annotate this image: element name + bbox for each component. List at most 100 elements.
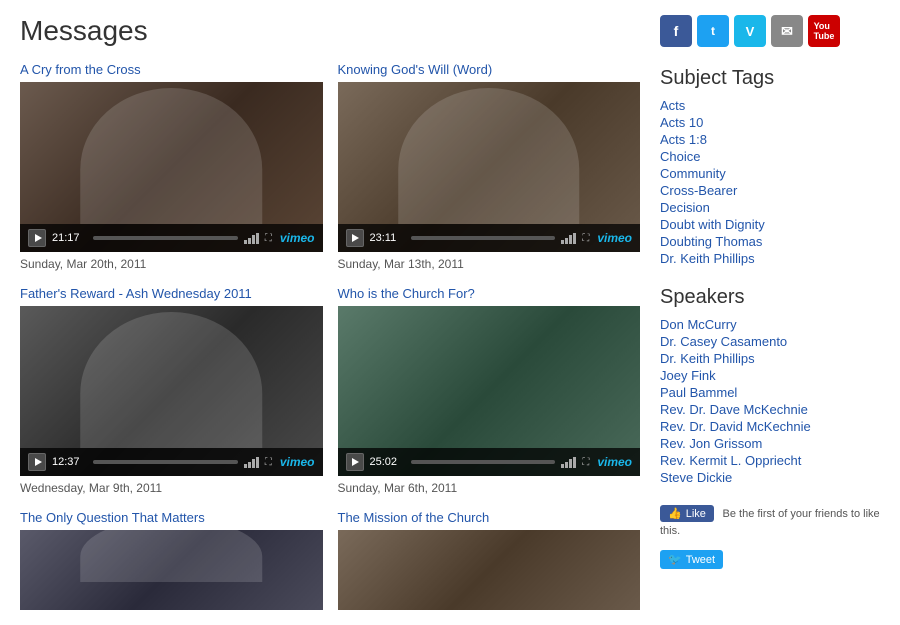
progress-bar-3[interactable] bbox=[411, 460, 556, 464]
vimeo-button[interactable]: V bbox=[734, 15, 766, 47]
volume-bar bbox=[256, 233, 259, 244]
list-item: Decision bbox=[660, 200, 880, 215]
video-item: Knowing God's Will (Word) 23:11 bbox=[338, 62, 641, 271]
fullscreen-icon-0[interactable]: ⛶ bbox=[265, 233, 272, 244]
volume-bar bbox=[569, 459, 572, 468]
speaker-link-9[interactable]: Steve Dickie bbox=[660, 470, 732, 485]
video-date-3: Sunday, Mar 6th, 2011 bbox=[338, 481, 641, 495]
speaker-link-0[interactable]: Don McCurry bbox=[660, 317, 737, 332]
video-thumbnail-1[interactable]: 23:11 ⛶ vimeo bbox=[338, 82, 641, 252]
video-thumbnail-4[interactable] bbox=[20, 530, 323, 610]
video-thumb-inner-5 bbox=[338, 530, 641, 610]
video-controls-1: 23:11 ⛶ vimeo bbox=[338, 224, 641, 252]
video-thumbnail-5[interactable] bbox=[338, 530, 641, 610]
video-controls-0: 21:17 ⛶ vimeo bbox=[20, 224, 323, 252]
tag-link-doubt[interactable]: Doubt with Dignity bbox=[660, 217, 765, 232]
speaker-link-5[interactable]: Rev. Dr. Dave McKechnie bbox=[660, 402, 808, 417]
video-date-1: Sunday, Mar 13th, 2011 bbox=[338, 257, 641, 271]
video-title-link-5[interactable]: The Mission of the Church bbox=[338, 510, 641, 525]
volume-bar bbox=[561, 464, 564, 468]
fullscreen-icon-3[interactable]: ⛶ bbox=[582, 457, 589, 468]
video-thumbnail-0[interactable]: 21:17 ⛶ vimeo bbox=[20, 82, 323, 252]
speaker-link-7[interactable]: Rev. Jon Grissom bbox=[660, 436, 762, 451]
video-item: Who is the Church For? 25:02 bbox=[338, 286, 641, 495]
tweet-button[interactable]: 🐦 Tweet bbox=[660, 550, 723, 569]
progress-bar-0[interactable] bbox=[93, 236, 238, 240]
volume-bars-3 bbox=[561, 456, 576, 468]
list-item: Rev. Kermit L. Oppriecht bbox=[660, 453, 880, 468]
play-button-3[interactable] bbox=[346, 453, 364, 471]
volume-bar bbox=[248, 238, 251, 244]
person-silhouette-1 bbox=[398, 88, 580, 224]
thumbsup-icon: 👍 bbox=[668, 507, 682, 520]
video-item: The Mission of the Church bbox=[338, 510, 641, 610]
tag-link-dr-keith[interactable]: Dr. Keith Phillips bbox=[660, 251, 755, 266]
progress-bar-2[interactable] bbox=[93, 460, 238, 464]
volume-bar bbox=[569, 235, 572, 244]
speaker-link-6[interactable]: Rev. Dr. David McKechnie bbox=[660, 419, 811, 434]
twitter-button[interactable]: t bbox=[697, 15, 729, 47]
fullscreen-icon-1[interactable]: ⛶ bbox=[582, 233, 589, 244]
tag-link-crossbearer[interactable]: Cross-Bearer bbox=[660, 183, 737, 198]
volume-bar bbox=[252, 459, 255, 468]
video-controls-2: 12:37 ⛶ vimeo bbox=[20, 448, 323, 476]
tag-link-community[interactable]: Community bbox=[660, 166, 726, 181]
like-label: Like bbox=[686, 508, 706, 520]
video-duration-1: 23:11 bbox=[370, 232, 405, 244]
volume-bar bbox=[565, 462, 568, 468]
list-item: Rev. Dr. David McKechnie bbox=[660, 419, 880, 434]
video-thumbnail-2[interactable]: 12:37 ⛶ vimeo bbox=[20, 306, 323, 476]
list-item: Rev. Jon Grissom bbox=[660, 436, 880, 451]
video-title-link-0[interactable]: A Cry from the Cross bbox=[20, 62, 323, 77]
vimeo-logo-0: vimeo bbox=[280, 231, 315, 245]
tag-link-doubting-thomas[interactable]: Doubting Thomas bbox=[660, 234, 762, 249]
tag-link-decision[interactable]: Decision bbox=[660, 200, 710, 215]
speaker-link-2[interactable]: Dr. Keith Phillips bbox=[660, 351, 755, 366]
list-item: Choice bbox=[660, 149, 880, 164]
list-item: Acts 10 bbox=[660, 115, 880, 130]
list-item: Dr. Keith Phillips bbox=[660, 251, 880, 266]
email-button[interactable]: ✉ bbox=[771, 15, 803, 47]
play-button-1[interactable] bbox=[346, 229, 364, 247]
twitter-icon: 🐦 bbox=[668, 553, 682, 566]
volume-bar bbox=[244, 464, 247, 468]
facebook-button[interactable]: f bbox=[660, 15, 692, 47]
speaker-link-4[interactable]: Paul Bammel bbox=[660, 385, 737, 400]
volume-bars-1 bbox=[561, 232, 576, 244]
play-button-0[interactable] bbox=[28, 229, 46, 247]
volume-bars-2 bbox=[244, 456, 259, 468]
speaker-link-1[interactable]: Dr. Casey Casamento bbox=[660, 334, 787, 349]
like-section: 👍 Like Be the first of your friends to l… bbox=[660, 505, 880, 537]
tag-link-acts18[interactable]: Acts 1:8 bbox=[660, 132, 707, 147]
fullscreen-icon-2[interactable]: ⛶ bbox=[265, 457, 272, 468]
tag-link-acts[interactable]: Acts bbox=[660, 98, 685, 113]
tag-link-acts10[interactable]: Acts 10 bbox=[660, 115, 703, 130]
youtube-button[interactable]: YouTube bbox=[808, 15, 840, 47]
tweet-section: 🐦 Tweet bbox=[660, 545, 880, 569]
speaker-link-3[interactable]: Joey Fink bbox=[660, 368, 716, 383]
vimeo-logo-1: vimeo bbox=[597, 231, 632, 245]
list-item: Joey Fink bbox=[660, 368, 880, 383]
video-thumbnail-3[interactable]: 25:02 ⛶ vimeo bbox=[338, 306, 641, 476]
play-button-2[interactable] bbox=[28, 453, 46, 471]
sidebar: f t V ✉ YouTube Subject Tags Acts Acts 1… bbox=[660, 15, 880, 610]
progress-bar-1[interactable] bbox=[411, 236, 556, 240]
vimeo-logo-3: vimeo bbox=[597, 455, 632, 469]
video-title-link-2[interactable]: Father's Reward - Ash Wednesday 2011 bbox=[20, 286, 323, 301]
list-item: Doubting Thomas bbox=[660, 234, 880, 249]
subject-tags-list: Acts Acts 10 Acts 1:8 Choice Community C… bbox=[660, 98, 880, 266]
video-item: The Only Question That Matters bbox=[20, 510, 323, 610]
social-icons: f t V ✉ YouTube bbox=[660, 15, 880, 47]
list-item: Community bbox=[660, 166, 880, 181]
like-button[interactable]: 👍 Like bbox=[660, 505, 714, 522]
video-title-link-1[interactable]: Knowing God's Will (Word) bbox=[338, 62, 641, 77]
video-title-link-3[interactable]: Who is the Church For? bbox=[338, 286, 641, 301]
page-title: Messages bbox=[20, 15, 640, 47]
video-duration-2: 12:37 bbox=[52, 456, 87, 468]
person-silhouette-0 bbox=[81, 88, 263, 224]
video-grid: A Cry from the Cross 21:17 bbox=[20, 62, 640, 610]
tag-link-choice[interactable]: Choice bbox=[660, 149, 700, 164]
video-title-link-4[interactable]: The Only Question That Matters bbox=[20, 510, 323, 525]
video-item: A Cry from the Cross 21:17 bbox=[20, 62, 323, 271]
speaker-link-8[interactable]: Rev. Kermit L. Oppriecht bbox=[660, 453, 801, 468]
